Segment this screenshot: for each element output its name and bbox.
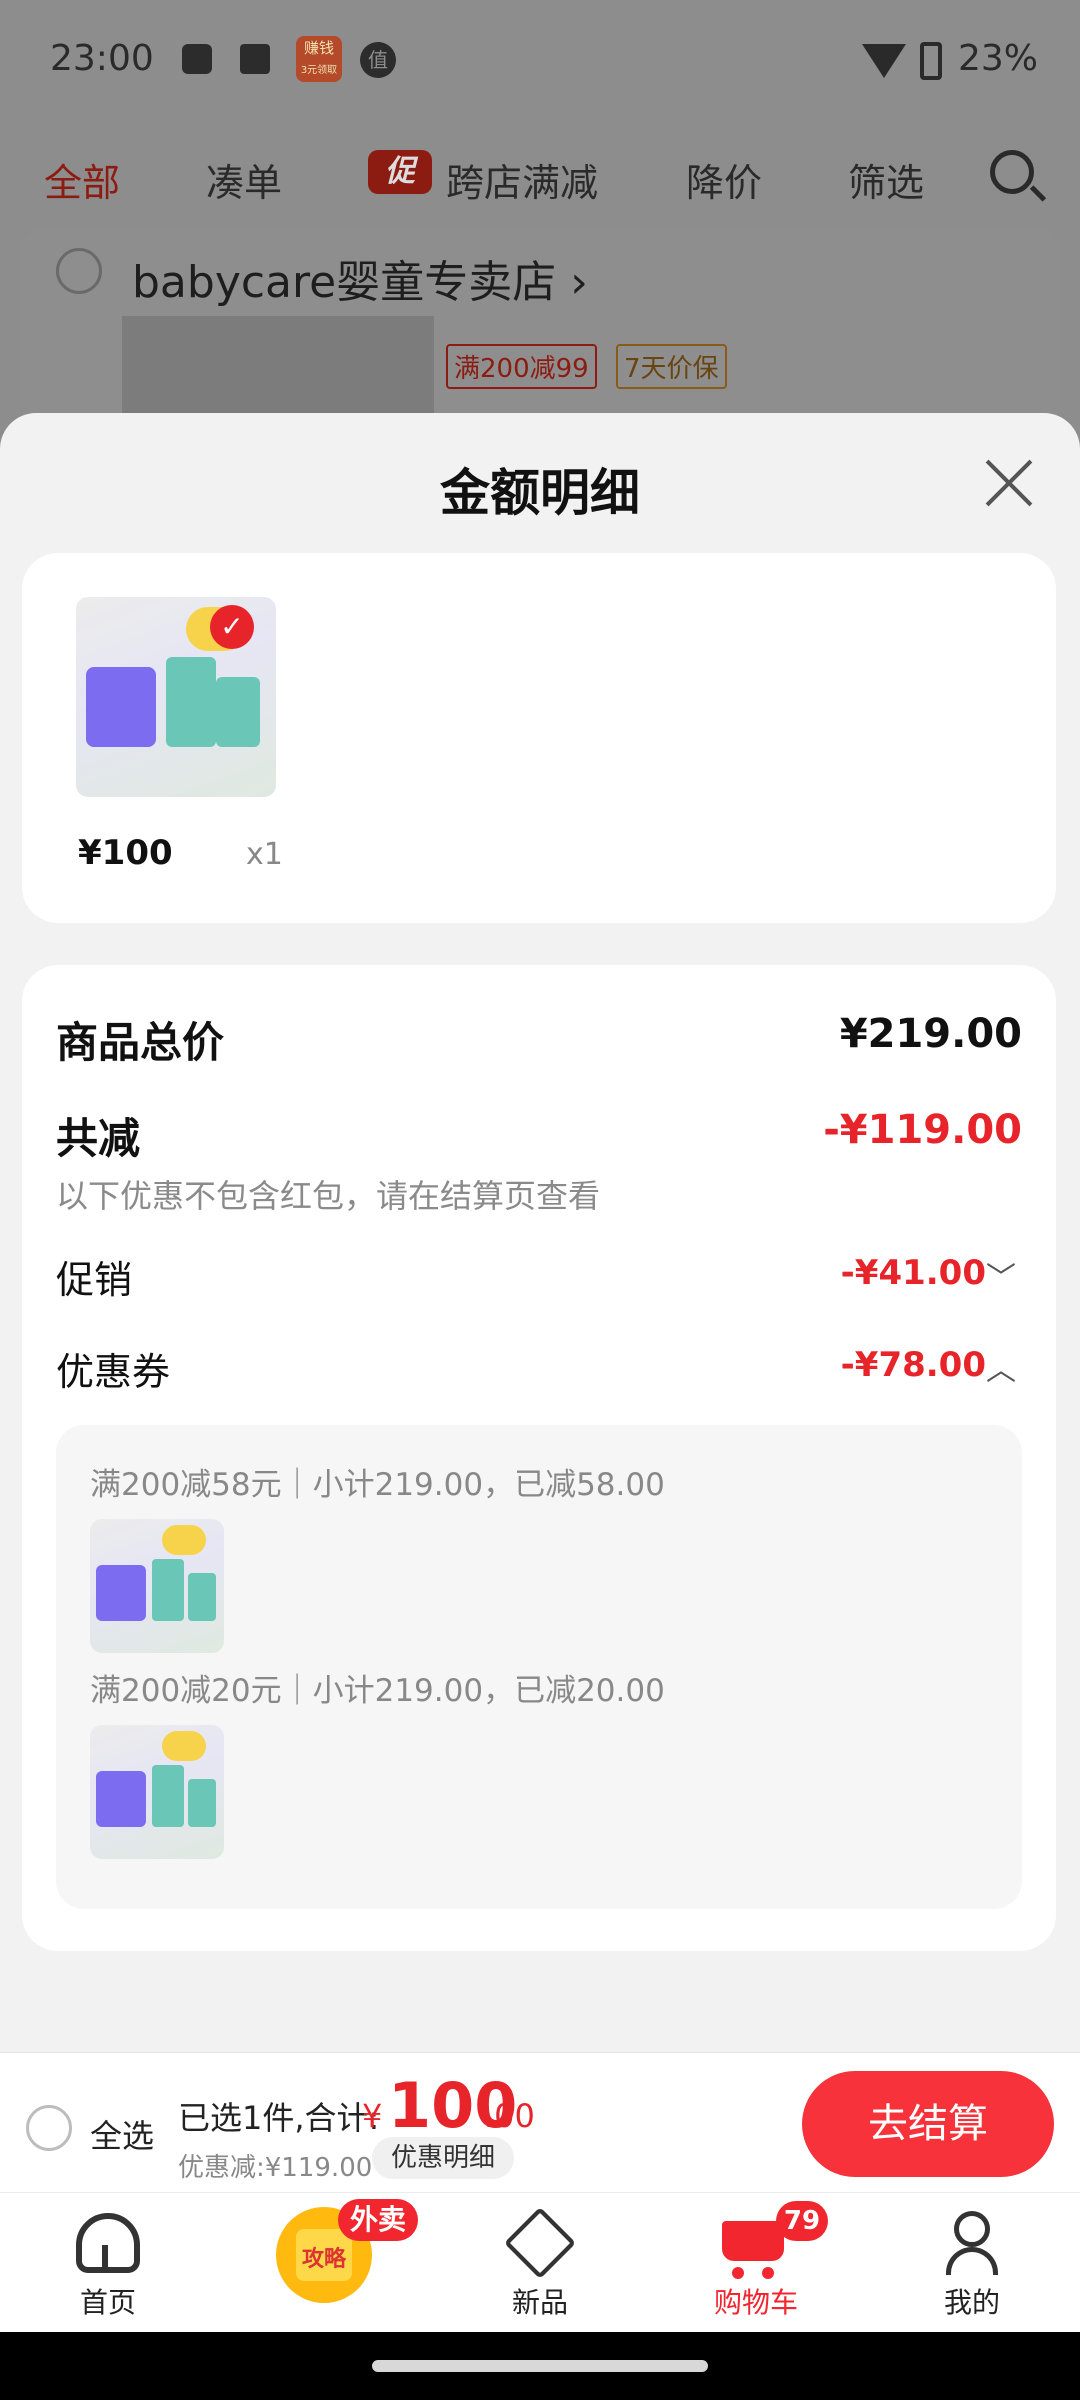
tab-combine[interactable]: 凑单 (206, 152, 282, 207)
coupon-label: 优惠券 (56, 1350, 171, 1394)
promotion-value[interactable]: -¥41.00 (841, 1253, 986, 1293)
store-card: babycare婴童专卖店 › 满200减99 7天价保 (22, 228, 1058, 446)
checkmark-icon: ✓ (210, 605, 254, 649)
smzdm-icon: 值 (360, 42, 396, 78)
currency-symbol: ¥ (362, 2097, 383, 2135)
tab-price-drop[interactable]: 降价 (686, 152, 762, 207)
total-price-value: ¥219.00 (839, 1011, 1022, 1057)
nav-cart[interactable]: 79 购物车 (648, 2193, 864, 2333)
select-all-radio[interactable] (26, 2105, 72, 2151)
store-name[interactable]: babycare婴童专卖店 › (132, 246, 588, 310)
mail-icon (182, 44, 212, 74)
home-icon (76, 2213, 140, 2273)
coupon-detail-line: 满200减20元｜小计219.00，已减20.00 (90, 1673, 665, 1709)
home-indicator[interactable] (372, 2360, 708, 2372)
status-time: 23:00 (50, 38, 154, 79)
cart-count-badge: 79 (776, 2201, 828, 2241)
promo-tag-icon: 促 (368, 150, 432, 194)
system-gesture-bar (0, 2332, 1080, 2400)
bottom-navigation: 首页 攻略 外卖 新品 79 购物车 我的 (0, 2192, 1080, 2332)
total-discount-value: -¥119.00 (823, 1107, 1022, 1153)
nav-me[interactable]: 我的 (864, 2193, 1080, 2333)
promotion-label: 促销 (56, 1258, 133, 1302)
takeout-badge: 外卖 (338, 2199, 419, 2241)
total-price-label: 商品总价 (56, 1018, 225, 1067)
user-icon (946, 2211, 998, 2275)
nav-cart-label: 购物车 (713, 2286, 798, 2319)
checkout-button[interactable]: 去结算 (802, 2071, 1054, 2177)
nav-guide[interactable]: 攻略 外卖 (216, 2193, 432, 2333)
nav-new[interactable]: 新品 (432, 2193, 648, 2333)
discount-note: 以下优惠不包含红包，请在结算页查看 (56, 1177, 601, 1215)
coupon-value[interactable]: -¥78.00 (841, 1345, 986, 1385)
search-icon[interactable] (990, 150, 1034, 194)
close-icon[interactable] (984, 459, 1034, 509)
wifi-icon (862, 44, 906, 78)
cart-icon (722, 2221, 784, 2279)
chevron-down-icon[interactable]: ﹀ (986, 1253, 1016, 1297)
nav-new-label: 新品 (511, 2286, 568, 2319)
nav-home[interactable]: 首页 (0, 2193, 216, 2333)
tab-cross-store[interactable]: 跨店满减 (446, 152, 598, 207)
total-amount-decimal: .00 (484, 2097, 535, 2135)
coupon-detail-list: 满200减58元｜小计219.00，已减58.00 满200减20元｜小计219… (56, 1425, 1022, 1909)
nav-guide-label: 攻略 (296, 2229, 352, 2281)
chevron-up-icon[interactable]: ︿ (986, 1345, 1016, 1389)
nav-home-label: 首页 (79, 2286, 136, 2319)
store-promo-tag: 满200减99 (446, 344, 597, 389)
selected-summary: 已选1件,合计: (178, 2099, 380, 2137)
selected-product-card: ✓ ¥100 x1 (22, 553, 1056, 923)
store-select-radio[interactable] (56, 248, 102, 294)
amount-detail-sheet: 金额明细 ✓ ¥100 x1 商品总价 ¥219.00 共减 -¥119.00 … (0, 413, 1080, 2053)
coupon-product-image (90, 1725, 224, 1859)
discount-summary: 优惠减:¥119.00 (178, 2153, 373, 2183)
nav-me-label: 我的 (943, 2286, 1000, 2319)
phone-sync-icon (240, 44, 270, 74)
cart-filter-tabs: 全部 凑单 促 跨店满减 降价 筛选 (0, 130, 1080, 220)
battery-icon (920, 42, 942, 80)
select-all-label[interactable]: 全选 (90, 2111, 154, 2157)
checkout-bar: 全选 已选1件,合计: ¥ 100 .00 优惠减:¥119.00 优惠明细 去… (0, 2052, 1080, 2192)
tab-filter[interactable]: 筛选 (848, 152, 924, 207)
tab-all[interactable]: 全部 (44, 152, 120, 207)
store-guarantee-tag: 7天价保 (616, 344, 727, 389)
cube-icon (503, 2206, 577, 2280)
total-discount-label: 共减 (56, 1114, 141, 1163)
sheet-title: 金额明细 (440, 464, 640, 522)
coupon-detail-line: 满200减58元｜小计219.00，已减58.00 (90, 1467, 665, 1503)
status-bar: 23:00 赚钱 3元领取 值 23% (0, 0, 1080, 125)
earn-money-badge-icon: 赚钱 3元领取 (296, 36, 342, 82)
product-price: ¥100 (78, 833, 173, 873)
price-summary-card: 商品总价 ¥219.00 共减 -¥119.00 以下优惠不包含红包，请在结算页… (22, 965, 1056, 1951)
product-quantity: x1 (246, 837, 283, 872)
battery-percent: 23% (957, 38, 1038, 79)
discount-detail-button[interactable]: 优惠明细 (372, 2137, 514, 2179)
coupon-product-image (90, 1519, 224, 1653)
